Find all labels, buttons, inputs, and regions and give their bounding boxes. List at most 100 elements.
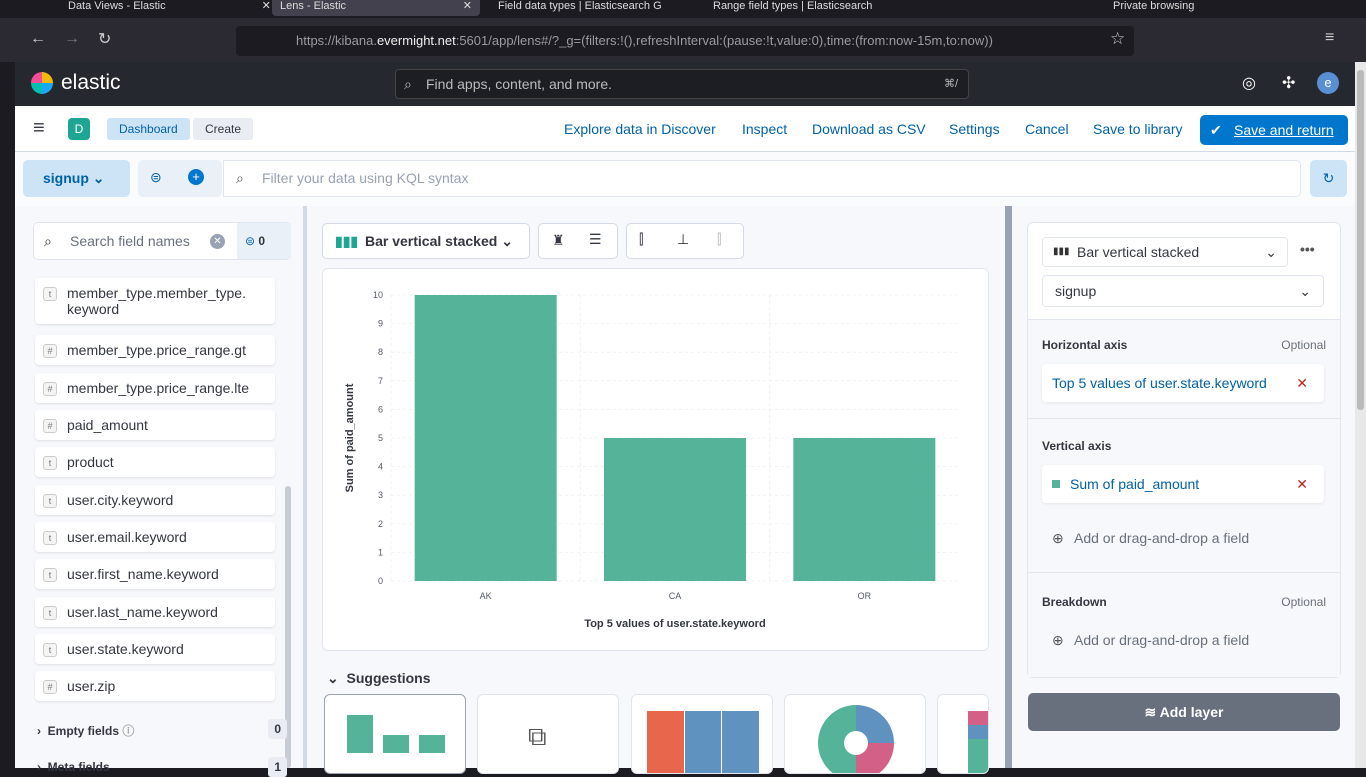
horizontal-axis-dimension[interactable]: Top 5 values of user.state.keyword ✕: [1042, 364, 1324, 402]
chart-panel: 0 1 2 3 4 5 6 7 8 9 10 AK CA OR Top 5 values of user.s…: [322, 268, 989, 651]
layer-actions-icon[interactable]: •••: [1300, 241, 1315, 257]
save-label: Save and return: [1234, 122, 1334, 138]
tab-range-field-types[interactable]: Range field types | Elasticsearch: [705, 0, 880, 16]
chevron-down-icon: ⌄: [1299, 283, 1311, 299]
legend-icon[interactable]: ☰: [589, 231, 602, 248]
search-icon: ⌕: [404, 76, 412, 92]
field-item[interactable]: t product: [35, 447, 275, 477]
field-item[interactable]: t user.state.keyword: [35, 634, 275, 664]
tab-data-views[interactable]: Data Views - Elastic ✕: [60, 0, 279, 16]
suggestion-treemap[interactable]: [631, 694, 773, 774]
page-scrollbar[interactable]: [1355, 62, 1366, 768]
panel-resize-handle[interactable]: [1005, 206, 1012, 768]
refresh-button[interactable]: ↻: [1310, 160, 1347, 197]
field-item[interactable]: t user.first_name.keyword: [35, 559, 275, 589]
field-item[interactable]: t user.city.keyword: [35, 485, 275, 515]
save-and-return-button[interactable]: ✔ Save and return: [1200, 115, 1348, 145]
url-host: evermight.net: [376, 33, 456, 48]
breadcrumb-dashboard[interactable]: Dashboard: [107, 118, 190, 140]
inspect-link[interactable]: Inspect: [742, 121, 787, 137]
meta-fields-label: Meta fields: [47, 760, 110, 774]
address-input[interactable]: https://kibana.evermight.net:5601/app/le…: [236, 26, 1134, 56]
layer-dataview-select[interactable]: signup ⌄: [1042, 275, 1324, 307]
explore-discover-link[interactable]: Explore data in Discover: [564, 121, 716, 137]
kql-placeholder: Filter your data using KQL syntax: [262, 170, 469, 186]
field-type-icon: #: [43, 419, 57, 433]
add-vertical-field[interactable]: ⊕ Add or drag-and-drop a field: [1042, 519, 1324, 557]
field-item[interactable]: # paid_amount: [35, 410, 275, 440]
field-item[interactable]: # member_type.price_range.gt: [35, 335, 275, 365]
suggestions-label: Suggestions: [346, 670, 431, 686]
suggestion-table[interactable]: ⧉: [477, 694, 619, 774]
table-icon: ⧉: [528, 721, 547, 751]
reload-icon[interactable]: ↻: [98, 29, 111, 49]
add-filter-icon[interactable]: +: [188, 169, 204, 185]
hamburger-menu-icon[interactable]: ≡: [33, 117, 45, 140]
suggestion-donut[interactable]: [784, 694, 926, 774]
help-icon[interactable]: ◎: [1242, 73, 1256, 93]
suggestion-bar[interactable]: [324, 694, 466, 774]
meta-fields-toggle[interactable]: › Meta fields 1: [37, 757, 287, 777]
elastic-logo-icon: [31, 72, 53, 94]
download-csv-link[interactable]: Download as CSV: [812, 121, 926, 137]
x-tick-label: OR: [858, 591, 872, 601]
field-item[interactable]: t user.email.keyword: [35, 522, 275, 552]
vertical-axis-dimension[interactable]: Sum of paid_amount ✕: [1042, 465, 1324, 503]
tab-field-data-types[interactable]: Field data types | Elasticsearch G: [490, 0, 670, 16]
query-bar: signup ⌄ ⊜ + ⌕ Filter your data using KQL…: [15, 152, 1355, 206]
bar-OR: [793, 438, 936, 581]
space-avatar[interactable]: D: [68, 118, 90, 140]
user-avatar[interactable]: e: [1317, 72, 1339, 94]
suggestions-toggle[interactable]: ⌄ Suggestions: [327, 670, 431, 687]
bottom-axis-icon[interactable]: ⊥: [677, 231, 689, 248]
layer-chart-type-label: Bar vertical stacked: [1077, 244, 1200, 260]
bar-chart-icon: ▮▮▮: [335, 233, 359, 249]
menu-icon[interactable]: ≡: [1325, 29, 1334, 47]
url-path: :5601/app/lens#/?_g=(filters:!(),refresh…: [455, 33, 993, 48]
add-layer-button[interactable]: ≋ Add layer: [1028, 693, 1340, 731]
global-search-input[interactable]: ⌕ Find apps, content, and more. ⌘/: [395, 69, 969, 99]
field-item[interactable]: t member_type.member_type. keyword: [35, 278, 275, 324]
clear-icon[interactable]: ✕: [210, 234, 225, 249]
empty-fields-toggle[interactable]: › Empty fields ⓘ 0: [37, 719, 287, 739]
field-name: user.first_name.keyword: [67, 566, 219, 582]
settings-link[interactable]: Settings: [949, 121, 1000, 137]
y-axis-title: Sum of paid_amount: [344, 383, 356, 492]
layer-chart-type-select[interactable]: ▮▮▮ Bar vertical stacked ⌄: [1042, 237, 1288, 267]
tab-label: Field data types | Elasticsearch G: [498, 0, 662, 12]
field-type-icon: t: [43, 531, 57, 545]
kql-search-input[interactable]: ⌕ Filter your data using KQL syntax: [223, 160, 1301, 197]
meta-fields-count: 1: [268, 757, 287, 777]
field-search-input[interactable]: ⌕ Search field names ✕ ⊜ 0: [33, 222, 291, 260]
back-icon[interactable]: ←: [30, 30, 46, 48]
field-item[interactable]: # user.zip: [35, 671, 275, 701]
news-icon[interactable]: ✣: [1282, 73, 1295, 93]
paintbrush-icon[interactable]: ♜: [552, 232, 565, 249]
dataview-picker[interactable]: signup ⌄: [23, 160, 130, 197]
filter-menu-icon[interactable]: ⊜: [150, 169, 162, 186]
field-item[interactable]: # member_type.price_range.lte: [35, 373, 275, 403]
elastic-header: elastic ⌕ Find apps, content, and more. ⌘/…: [15, 62, 1355, 106]
cancel-link[interactable]: Cancel: [1025, 121, 1069, 137]
breakdown-section: Breakdown Optional ⊕ Add or drag-and-drop…: [1028, 573, 1340, 677]
remove-icon[interactable]: ✕: [1296, 364, 1308, 402]
axis-options-group: ⫿ ⊥ ⫿: [626, 223, 744, 259]
suggestion-stacked[interactable]: [937, 694, 989, 774]
close-icon[interactable]: ✕: [463, 0, 472, 12]
left-axis-icon[interactable]: ⫿: [639, 231, 643, 248]
dimension-label: Top 5 values of user.state.keyword: [1052, 375, 1267, 391]
layer-config-panel: ▮▮▮ Bar vertical stacked ⌄ ••• signup ⌄ Hor…: [1027, 222, 1341, 678]
filter-count: 0: [258, 234, 266, 248]
field-item[interactable]: t user.last_name.keyword: [35, 597, 275, 627]
bookmark-star-icon[interactable]: ☆: [1110, 29, 1125, 49]
forward-icon[interactable]: →: [64, 30, 80, 48]
remove-icon[interactable]: ✕: [1296, 465, 1308, 503]
close-icon[interactable]: ✕: [262, 0, 271, 12]
field-filter-button[interactable]: ⊜ 0: [237, 223, 291, 259]
tab-lens[interactable]: Lens - Elastic ✕: [272, 0, 480, 16]
field-type-icon: t: [43, 643, 57, 657]
brand-name[interactable]: elastic: [61, 71, 121, 95]
save-to-library-link[interactable]: Save to library: [1093, 121, 1182, 137]
chart-type-switcher[interactable]: ▮▮▮ Bar vertical stacked ⌄: [322, 223, 530, 259]
add-breakdown-field[interactable]: ⊕ Add or drag-and-drop a field: [1042, 621, 1324, 659]
